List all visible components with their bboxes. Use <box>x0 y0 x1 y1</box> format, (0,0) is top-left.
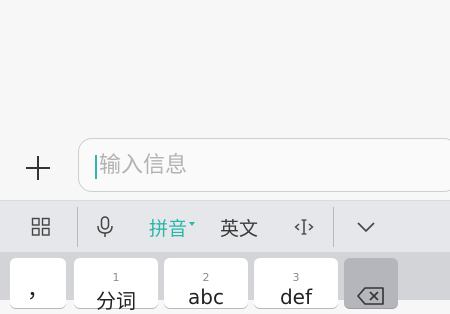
keyboard-toolbar: 拼音 英文 <box>0 200 450 253</box>
keyboard: ， 1 分词 2 abc 3 def <box>0 252 450 313</box>
key-comma[interactable]: ， <box>10 258 66 308</box>
backspace-icon <box>357 287 384 305</box>
voice-input-button[interactable] <box>84 201 126 253</box>
collapse-keyboard-button[interactable] <box>346 201 386 253</box>
plus-icon <box>26 156 50 180</box>
english-mode-label: 英文 <box>219 217 258 240</box>
keyboard-menu-button[interactable] <box>18 201 64 253</box>
microphone-icon <box>97 216 113 237</box>
key-label: def <box>279 285 313 309</box>
text-caret <box>95 155 97 179</box>
message-input-bar: 输入信息 <box>0 137 450 200</box>
add-attachment-button[interactable] <box>20 150 56 186</box>
pinyin-mode-button[interactable]: 拼音 <box>146 201 198 253</box>
key-label: ， <box>26 278 49 303</box>
cursor-move-button[interactable] <box>286 201 322 253</box>
key-1-fenci[interactable]: 1 分词 <box>74 258 158 313</box>
key-number: 1 <box>112 271 120 284</box>
english-mode-button[interactable]: 英文 <box>216 201 262 253</box>
key-number: 3 <box>292 271 300 284</box>
grid-icon <box>31 217 50 236</box>
cursor-move-icon <box>294 219 314 235</box>
chat-area <box>0 0 450 137</box>
key-2-abc[interactable]: 2 abc <box>164 258 248 309</box>
toolbar-divider <box>333 207 334 247</box>
pinyin-mode-label: 拼音 <box>148 217 187 240</box>
key-label: abc <box>188 285 224 309</box>
toolbar-divider <box>77 207 78 247</box>
key-number: 2 <box>202 271 210 284</box>
chevron-down-icon <box>357 222 375 233</box>
dropdown-arrow-icon <box>189 222 195 226</box>
key-3-def[interactable]: 3 def <box>254 258 338 309</box>
message-input-placeholder: 输入信息 <box>99 153 188 178</box>
backspace-key[interactable] <box>344 258 398 308</box>
message-input[interactable]: 输入信息 <box>78 138 450 192</box>
